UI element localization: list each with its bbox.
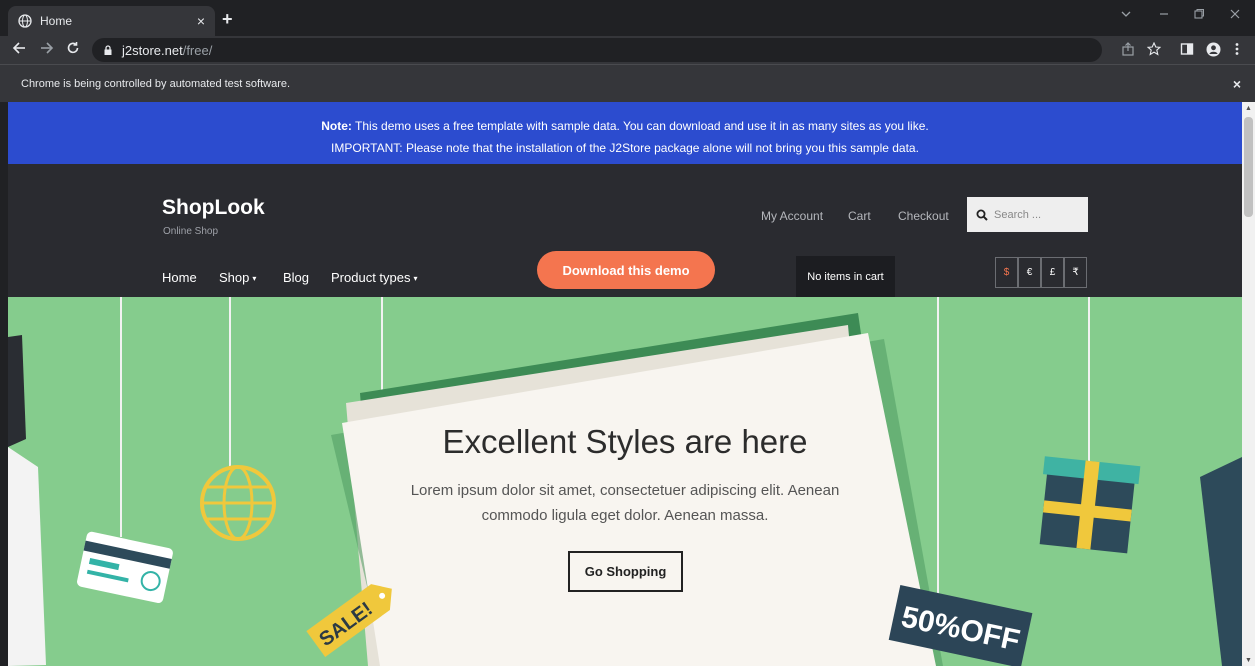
chevron-down-icon: ▾	[413, 274, 418, 284]
page-viewport: Note: This demo uses a free template wit…	[8, 102, 1242, 666]
tab-close-icon[interactable]: ×	[197, 13, 205, 29]
credit-card-icon	[77, 531, 173, 604]
site-header: ShopLook Online Shop My Account Cart Che…	[8, 164, 1242, 297]
notice-text: This demo uses a free template with samp…	[351, 119, 929, 133]
infobar-text: Chrome is being controlled by automated …	[21, 77, 291, 90]
lock-icon[interactable]	[102, 44, 114, 56]
forward-icon[interactable]	[40, 41, 54, 60]
reload-icon[interactable]	[66, 41, 80, 60]
go-shopping-button[interactable]: Go Shopping	[568, 551, 683, 592]
address-bar[interactable]: j2store.net/free/	[92, 38, 1102, 62]
nav-product-types[interactable]: Product types ▾	[331, 270, 418, 285]
page-scrollbar[interactable]: ▲ ▼	[1242, 102, 1255, 666]
nav-product-types-label: Product types	[331, 270, 411, 285]
hero-title: Excellent Styles are here	[442, 423, 808, 460]
browser-window: Home × + j2store.net/free/ Chrome is bei…	[0, 0, 1255, 666]
globe-icon	[18, 14, 32, 28]
site-logo[interactable]: ShopLook	[162, 196, 265, 220]
right-object-shape	[1200, 457, 1242, 666]
nav-home[interactable]: Home	[162, 270, 197, 285]
notice-line-1: Note: This demo uses a free template wit…	[8, 115, 1242, 137]
checkout-link[interactable]: Checkout	[898, 209, 949, 223]
scroll-down-icon[interactable]: ▼	[1245, 657, 1252, 664]
search-placeholder: Search ...	[994, 208, 1042, 221]
scroll-up-icon[interactable]: ▲	[1245, 105, 1252, 112]
tab-search-icon[interactable]	[1120, 8, 1132, 23]
restore-icon[interactable]	[1193, 8, 1205, 23]
browser-tab[interactable]: Home ×	[8, 6, 215, 36]
browser-toolbar: j2store.net/free/	[0, 36, 1255, 64]
currency-usd-button[interactable]: $	[995, 257, 1018, 288]
minimize-icon[interactable]	[1158, 8, 1170, 23]
url-path: /free/	[182, 42, 213, 58]
currency-inr-button[interactable]: ₹	[1064, 257, 1087, 288]
demo-notice-bar: Note: This demo uses a free template wit…	[8, 102, 1242, 164]
download-demo-button[interactable]: Download this demo	[537, 251, 715, 289]
currency-eur-button[interactable]: €	[1018, 257, 1041, 288]
nav-shop-label: Shop	[219, 270, 250, 285]
nav-blog[interactable]: Blog	[283, 270, 309, 285]
star-icon[interactable]	[1147, 42, 1161, 56]
left-device-shape	[8, 335, 26, 447]
back-icon[interactable]	[12, 41, 26, 60]
left-paper-shape	[8, 447, 46, 666]
hero-description: Lorem ipsum dolor sit amet, consectetuer…	[410, 482, 840, 524]
nav-shop[interactable]: Shop ▾	[219, 270, 256, 285]
notice-label: Note:	[321, 119, 352, 133]
currency-gbp-button[interactable]: £	[1041, 257, 1064, 288]
globe-ornament-icon	[200, 465, 276, 541]
menu-icon[interactable]	[1234, 42, 1240, 56]
search-input[interactable]: Search ...	[967, 197, 1088, 232]
close-window-icon[interactable]	[1229, 8, 1241, 23]
infobar-close-icon[interactable]: ×	[1233, 76, 1241, 92]
profile-icon[interactable]	[1206, 42, 1221, 57]
new-tab-button[interactable]: +	[222, 10, 233, 28]
cart-link[interactable]: Cart	[848, 209, 871, 223]
side-panel-icon[interactable]	[1180, 42, 1194, 56]
scrollbar-thumb[interactable]	[1244, 117, 1253, 217]
tab-strip: Home × +	[0, 0, 1255, 36]
hero-banner: SALE! 50%OFF Excellent Styles are here L…	[8, 297, 1242, 666]
search-icon	[976, 209, 988, 221]
mini-cart[interactable]: No items in cart	[796, 256, 895, 297]
site-tagline: Online Shop	[163, 226, 219, 237]
chevron-down-icon: ▾	[252, 274, 257, 284]
notice-line-2: IMPORTANT: Please note that the installa…	[331, 141, 919, 155]
my-account-link[interactable]: My Account	[761, 209, 823, 223]
url-host: j2store.net	[122, 42, 183, 58]
gift-box-icon	[1039, 456, 1141, 554]
automation-infobar: Chrome is being controlled by automated …	[0, 64, 1255, 102]
tab-title: Home	[40, 14, 73, 28]
share-icon[interactable]	[1121, 42, 1135, 56]
